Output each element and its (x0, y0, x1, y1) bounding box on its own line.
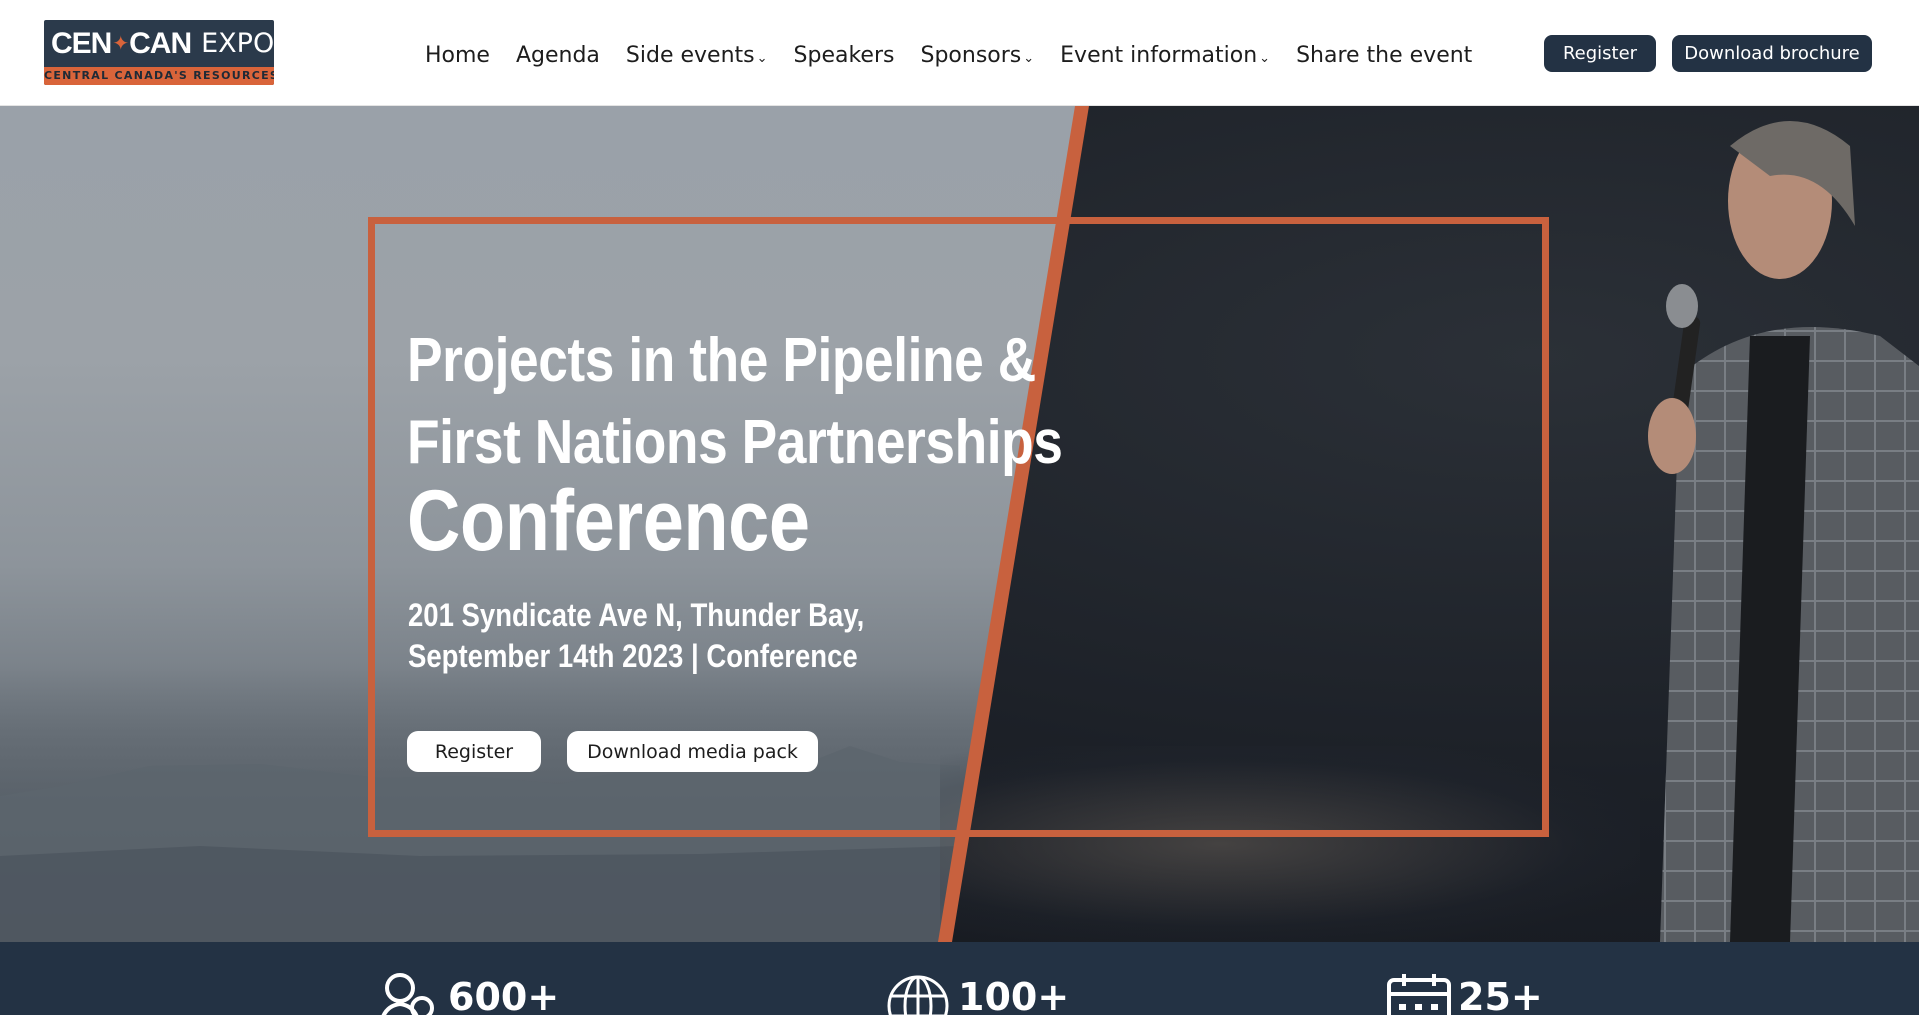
logo-word-expo: EXPO (201, 28, 274, 59)
people-icon (381, 973, 434, 1015)
nav-item-label: Share the event (1296, 42, 1473, 68)
nav-item-sponsors[interactable]: Sponsors ⌄ (920, 43, 1034, 68)
hero-event-details: 201 Syndicate Ave N, Thunder Bay, Septem… (408, 595, 1010, 677)
stat-countries: 100+ (886, 972, 1069, 1015)
hero-title: Projects in the Pipeline & First Nations… (407, 320, 1181, 484)
nav-item-share-the-event[interactable]: Share the event (1296, 43, 1472, 68)
logo-word-cen: CEN (51, 26, 112, 60)
hero-title-line-1: Projects in the Pipeline & (407, 326, 1036, 395)
logo-word-can: CAN (129, 26, 192, 60)
chevron-down-icon: ⌄ (756, 50, 768, 66)
nav-item-home[interactable]: Home (425, 43, 490, 68)
nav-item-label: Event information (1060, 42, 1258, 68)
nav-item-label: Home (425, 42, 490, 68)
hero-title-line-2: First Nations Partnerships (407, 408, 1063, 477)
stat-value: 600+ (448, 975, 560, 1015)
stats-bar: 600+ 100+ 25+ (0, 942, 1919, 1015)
nav-item-agenda[interactable]: Agenda (516, 43, 600, 68)
download-brochure-button[interactable]: Download brochure (1672, 35, 1872, 72)
logo-wordmark: CEN ✦ CAN EXPO (44, 20, 274, 67)
nav-item-label: Speakers (793, 42, 895, 68)
stat-value: 25+ (1458, 975, 1543, 1015)
chevron-down-icon: ⌄ (1259, 50, 1271, 66)
nav-item-event-information[interactable]: Event information ⌄ (1060, 43, 1270, 68)
download-media-pack-button[interactable]: Download media pack (567, 731, 818, 772)
stat-value: 100+ (958, 975, 1070, 1015)
calendar-icon (1387, 974, 1451, 1015)
stat-years: 25+ (1386, 972, 1543, 1015)
globe-icon (887, 975, 949, 1015)
hero-speaker-image (1648, 121, 1919, 942)
chevron-down-icon: ⌄ (1023, 50, 1035, 66)
nav-item-label: Agenda (515, 42, 600, 68)
hero-address: 201 Syndicate Ave N, Thunder Bay, (408, 597, 865, 633)
cencan-expo-logo[interactable]: CEN ✦ CAN EXPO CENTRAL CANADA'S RESOURCE… (44, 20, 274, 85)
nav-item-side-events[interactable]: Side events ⌄ (626, 43, 768, 68)
main-nav: Home Agenda Side events ⌄ Speakers Spons… (425, 38, 1498, 72)
hero-register-button[interactable]: Register (407, 731, 541, 772)
site-header: CEN ✦ CAN EXPO CENTRAL CANADA'S RESOURCE… (0, 0, 1919, 106)
nav-item-label: Sponsors (920, 42, 1022, 68)
register-button[interactable]: Register (1544, 35, 1656, 72)
nav-item-label: Side events (625, 42, 755, 68)
stat-attendees: 600+ (376, 972, 559, 1015)
nav-item-speakers[interactable]: Speakers (794, 43, 895, 68)
logo-tagline: CENTRAL CANADA'S RESOURCES (44, 67, 274, 85)
maple-leaf-icon: ✦ (112, 33, 129, 55)
hero-title-line-3: Conference (407, 473, 810, 569)
hero-banner: Projects in the Pipeline & First Nations… (0, 106, 1919, 942)
hero-date: September 14th 2023 | Conference (408, 638, 858, 674)
